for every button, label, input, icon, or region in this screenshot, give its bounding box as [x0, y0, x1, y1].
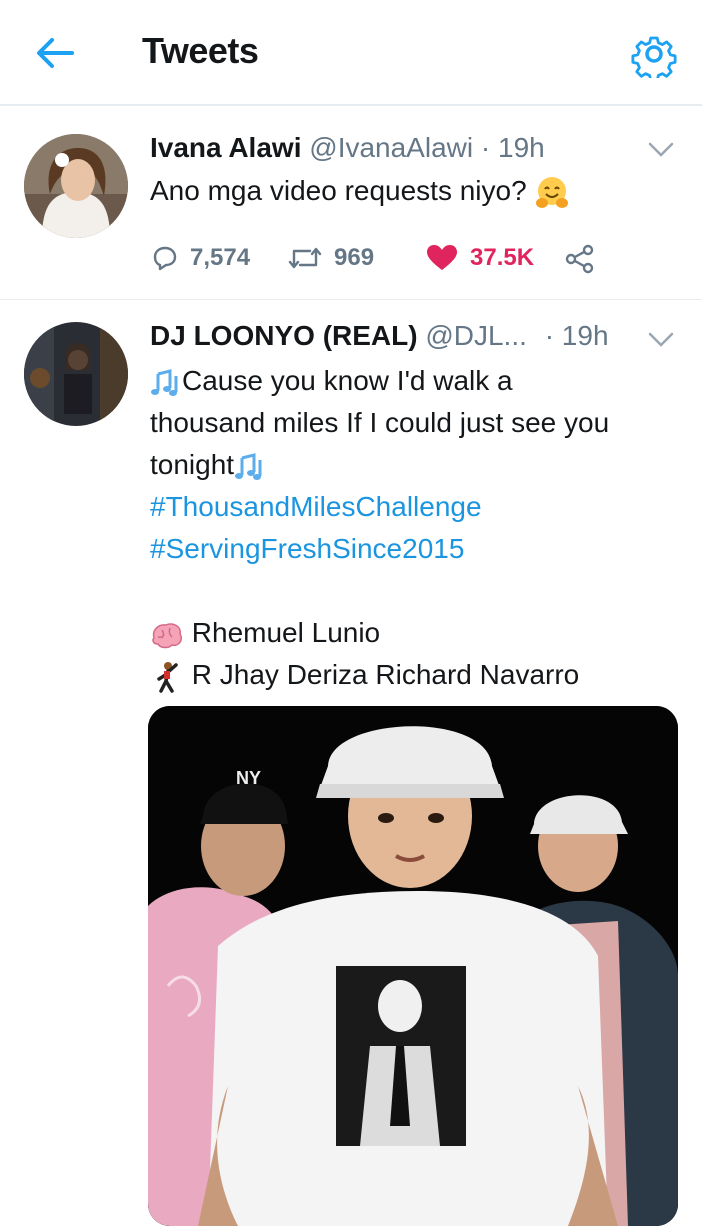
tweet-video[interactable]: NY — [148, 706, 678, 1226]
hugging-face-emoji — [536, 176, 569, 208]
retweet-icon — [288, 247, 322, 269]
credit-line-1: Rhemuel Lunio — [150, 612, 690, 654]
share-button[interactable] — [564, 244, 608, 274]
musical-notes-emoji — [235, 452, 262, 480]
tweet-ivana[interactable]: Ivana Alawi @IvanaAlawi · 19h Ano mga vi… — [0, 106, 702, 300]
avatar[interactable] — [24, 322, 128, 426]
hashtag-link[interactable]: #ServingFreshSince2015 — [150, 528, 690, 570]
heart-icon — [427, 245, 457, 270]
separator: · — [544, 320, 555, 351]
tweet-text: Cause you know I'd walk a thousand miles… — [150, 360, 690, 696]
separator: · — [480, 132, 491, 163]
credit-line-2: R Jhay Deriza Richard Navarro — [150, 654, 690, 696]
reply-count: 7,574 — [190, 244, 251, 271]
top-bar: Tweets — [0, 0, 702, 106]
timestamp: 19h — [498, 132, 545, 163]
share-icon — [565, 244, 594, 274]
display-name[interactable]: DJ LOONYO (REAL) — [150, 320, 418, 351]
tweet-header: Ivana Alawi @IvanaAlawi · 19h — [150, 132, 545, 164]
tweet-text: Ano mga video requests niyo? — [150, 170, 690, 212]
like-button[interactable]: 37.5K — [426, 244, 534, 272]
hashtag-link[interactable]: #ThousandMilesChallenge — [150, 486, 690, 528]
page-title: Tweets — [142, 30, 259, 71]
tweet-header: DJ LOONYO (REAL) @DJL... · 19h — [150, 320, 609, 352]
lyric-line-2: thousand miles If I could just see you — [150, 407, 610, 438]
handle[interactable]: @DJL... — [425, 320, 527, 351]
like-count: 37.5K — [470, 244, 535, 271]
avatar[interactable] — [24, 134, 128, 238]
svg-text:NY: NY — [236, 768, 261, 788]
retweet-button[interactable]: 969 — [288, 244, 374, 272]
handle[interactable]: @IvanaAlawi — [309, 132, 473, 163]
lyric-line-1: Cause you know I'd walk a — [150, 360, 690, 402]
timestamp: 19h — [561, 320, 609, 351]
retweet-count: 969 — [334, 244, 375, 271]
display-name[interactable]: Ivana Alawi — [150, 132, 301, 163]
gear-icon[interactable] — [630, 30, 678, 78]
chevron-down-icon[interactable] — [648, 142, 674, 158]
brain-emoji — [152, 622, 183, 648]
lyric-line-3: tonight — [150, 444, 690, 486]
reply-icon — [153, 246, 177, 271]
chevron-down-icon[interactable] — [648, 332, 674, 348]
arrow-left-icon[interactable] — [32, 30, 78, 76]
tweet-body: Ano mga video requests niyo? — [150, 175, 527, 206]
reply-button[interactable]: 7,574 — [150, 244, 250, 272]
tweet-actions: 7,574 969 37.5K — [150, 244, 620, 284]
dancer-emoji — [157, 661, 178, 693]
musical-notes-emoji — [151, 368, 178, 396]
